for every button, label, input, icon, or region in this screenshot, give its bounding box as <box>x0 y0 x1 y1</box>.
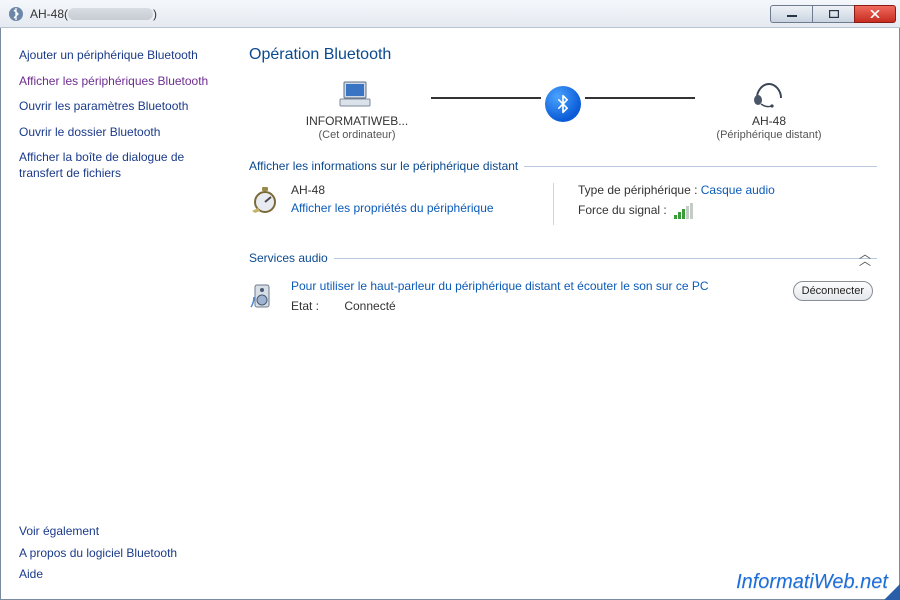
remote-device-name: AH-48 <box>699 114 839 128</box>
speaker-icon <box>249 279 277 311</box>
connection-line-right <box>585 97 695 99</box>
audio-services-group: Services audio ︿︿ Pour utiliser le haut-… <box>249 251 877 313</box>
remote-device-node: AH-48 (Périphérique distant) <box>699 78 839 141</box>
vertical-divider <box>553 183 554 225</box>
bluetooth-icon <box>545 86 581 122</box>
client-area: Ajouter un périphérique Bluetooth Affich… <box>0 28 900 600</box>
minimize-icon <box>787 10 797 18</box>
signal-strength-icon <box>674 203 693 219</box>
remote-device-sub: (Périphérique distant) <box>699 129 839 141</box>
sidebar-link-open-folder[interactable]: Ouvrir le dossier Bluetooth <box>19 125 209 141</box>
sidebar-link-open-settings[interactable]: Ouvrir les paramètres Bluetooth <box>19 99 209 115</box>
page-title: Opération Bluetooth <box>249 46 877 64</box>
audio-services-group-title-text: Services audio <box>249 251 328 265</box>
connection-line-left <box>431 97 541 99</box>
audio-service-state-label: Etat : <box>291 299 341 313</box>
sidebar-link-about[interactable]: A propos du logiciel Bluetooth <box>19 546 209 562</box>
device-type-value[interactable]: Casque audio <box>701 183 775 197</box>
window-titlebar: AH-48() <box>0 0 900 28</box>
content-pane: Opération Bluetooth INFORMATIWEB... (Cet… <box>221 28 899 599</box>
window-title-redacted <box>68 8 153 20</box>
page-corner-fold-icon <box>884 584 900 600</box>
local-computer-name: INFORMATIWEB... <box>287 114 427 128</box>
device-info-group-title-text: Afficher les informations sur le périphé… <box>249 159 518 173</box>
device-type-label: Type de périphérique : <box>578 183 697 197</box>
disconnect-button[interactable]: Déconnecter <box>793 281 873 301</box>
device-info-group-title: Afficher les informations sur le périphé… <box>249 159 877 173</box>
sidebar-link-transfer-dialog[interactable]: Afficher la boîte de dialogue de transfe… <box>19 150 209 181</box>
signal-strength-label: Force du signal : <box>578 203 667 217</box>
device-info-group: Afficher les informations sur le périphé… <box>249 159 877 225</box>
close-icon <box>870 10 880 18</box>
sidebar-link-add-device[interactable]: Ajouter un périphérique Bluetooth <box>19 48 209 64</box>
computer-icon <box>287 78 427 112</box>
app-icon <box>8 6 24 22</box>
window-title: AH-48() <box>30 7 157 21</box>
device-properties-link[interactable]: Afficher les propriétés du périphérique <box>291 201 494 215</box>
local-computer-node: INFORMATIWEB... (Cet ordinateur) <box>287 78 427 141</box>
window-title-prefix: AH-48( <box>30 7 68 21</box>
maximize-button[interactable] <box>812 5 854 23</box>
sidebar-link-show-devices[interactable]: Afficher les périphériques Bluetooth <box>19 74 209 90</box>
pairing-diagram: INFORMATIWEB... (Cet ordinateur) AH-48 <box>249 78 877 141</box>
audio-service-description: Pour utiliser le haut-parleur du périphé… <box>291 279 877 293</box>
close-button[interactable] <box>854 5 896 23</box>
audio-services-group-title: Services audio <box>249 251 877 265</box>
local-computer-sub: (Cet ordinateur) <box>287 129 427 141</box>
sidebar-link-help[interactable]: Aide <box>19 567 209 583</box>
device-info-right: Type de périphérique : Casque audio Forc… <box>578 183 775 225</box>
audio-service-state-value: Connecté <box>344 299 395 313</box>
sidebar-see-also-heading: Voir également <box>19 524 209 538</box>
device-info-left: AH-48 Afficher les propriétés du périphé… <box>249 183 529 225</box>
device-info-name: AH-48 <box>291 183 494 197</box>
sidebar: Ajouter un périphérique Bluetooth Affich… <box>1 28 221 599</box>
window-controls <box>770 5 896 23</box>
maximize-icon <box>829 10 839 18</box>
headset-icon <box>699 78 839 112</box>
collapse-toggle[interactable]: ︿︿ <box>859 251 871 265</box>
stopwatch-icon <box>249 183 281 215</box>
window-title-suffix: ) <box>153 7 157 21</box>
minimize-button[interactable] <box>770 5 812 23</box>
